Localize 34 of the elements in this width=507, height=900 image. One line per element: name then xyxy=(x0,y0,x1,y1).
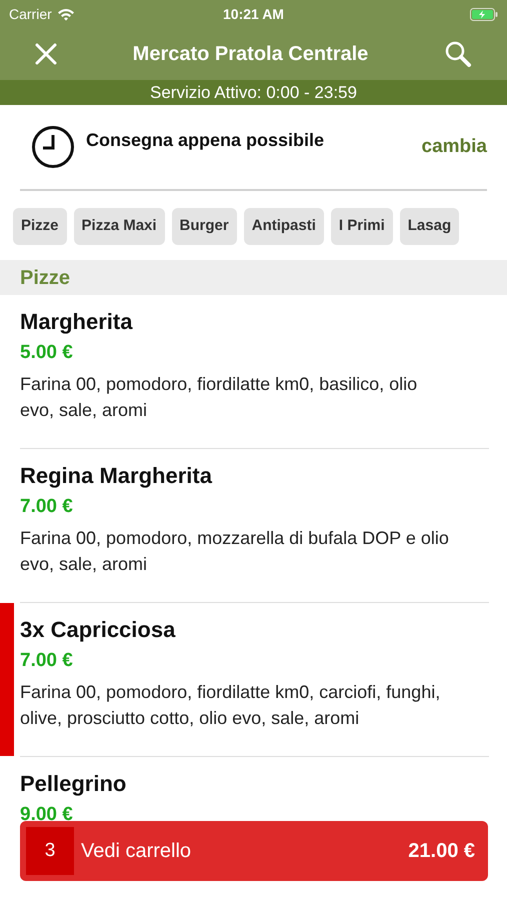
search-icon xyxy=(444,40,472,68)
product-price: 7.00 € xyxy=(20,649,74,673)
product-price: 5.00 € xyxy=(20,341,74,365)
change-link[interactable]: cambia xyxy=(422,132,487,162)
category-tab[interactable]: I Primi xyxy=(330,208,393,245)
product-description: Farina 00, pomodoro, fiordilatte km0, carciofi, funghi, olive, prosciutto cotto, olio evo, sale, aromi xyxy=(20,681,442,730)
cart-count-badge: 3 xyxy=(26,827,74,875)
close-icon xyxy=(35,43,57,65)
cart-label: Vedi carrello xyxy=(81,839,192,864)
product-description: Farina 00, pomodoro, mozzarella di bufala DOP e olio evo, sale, aromi xyxy=(20,527,450,576)
category-tab[interactable]: Antipasti xyxy=(244,208,324,245)
product-name: 3x Capricciosa xyxy=(20,616,176,644)
cart-bar[interactable]: 3 Vedi carrello 21.00 € xyxy=(20,821,488,881)
clock-icon xyxy=(31,125,75,169)
product-name: Pellegrino xyxy=(20,770,128,798)
category-tab[interactable]: Burger xyxy=(172,208,237,245)
product-name: Regina Margherita xyxy=(20,462,214,490)
battery-icon xyxy=(470,8,498,20)
product-name: Margherita xyxy=(20,308,134,336)
carrier-label: Carrier xyxy=(9,4,52,24)
category-tab[interactable]: Pizze xyxy=(13,208,67,245)
product-price: 7.00 € xyxy=(20,495,74,519)
section-header: Pizze xyxy=(20,266,70,290)
delivery-time-label: Consegna appena possibile xyxy=(86,129,324,152)
window-title: Mercato Pratola Centrale xyxy=(132,42,370,67)
clock-time: 10:21 AM xyxy=(223,4,284,24)
product-description: Farina 00, pomodoro, fiordilatte km0, basilico, olio evo, sale, aromi xyxy=(20,373,418,422)
cart-total: 21.00 € xyxy=(408,839,475,864)
search-button[interactable] xyxy=(443,39,473,69)
category-tab[interactable]: Lasag xyxy=(400,208,460,245)
close-button[interactable] xyxy=(34,42,58,66)
service-hours-label: Servizio Attivo: 0:00 - 23:59 xyxy=(150,82,357,104)
wifi-icon xyxy=(56,8,75,20)
category-tab[interactable]: Pizza Maxi xyxy=(74,208,165,245)
